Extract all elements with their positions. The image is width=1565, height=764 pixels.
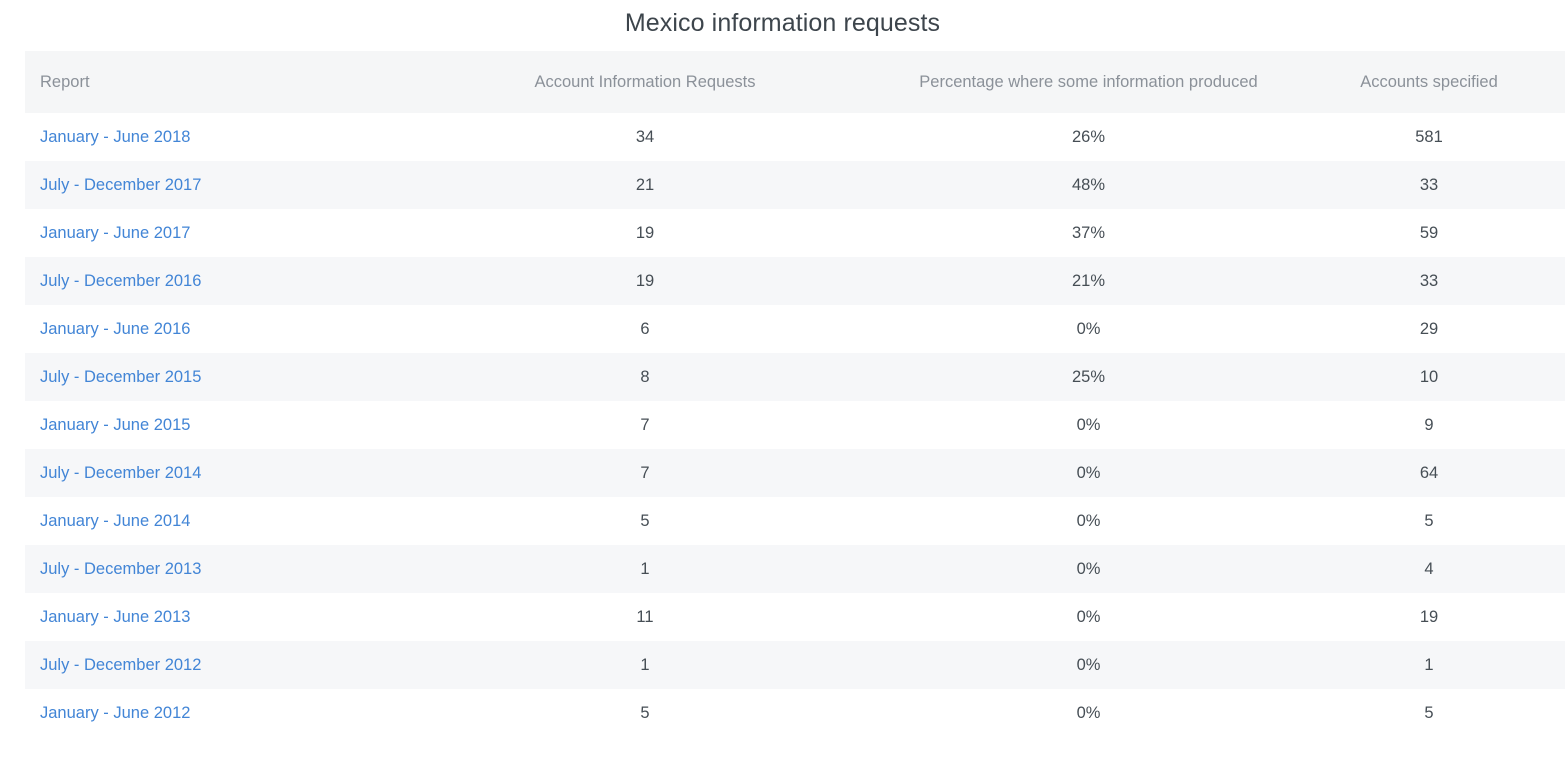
table-row: July - December 2014 7 0% 64	[25, 449, 1565, 497]
cell-account-information-requests: 1	[640, 655, 650, 674]
cell-account-information-requests: 1	[640, 559, 650, 578]
column-header-percentage-some-information-produced: Percentage where some information produc…	[890, 51, 1287, 113]
cell-report: January - June 2018	[25, 113, 400, 161]
cell-report: July - December 2012	[25, 641, 400, 689]
table-row: January - June 2018 34 26% 581	[25, 113, 1565, 161]
report-table-container: Report Account Information Requests Perc…	[25, 51, 1565, 737]
table-body: January - June 2018 34 26% 581 July - Decemb…	[25, 113, 1565, 737]
cell-percentage-some-information-produced: 0%	[1076, 607, 1101, 626]
cell-report: July - December 2017	[25, 161, 400, 209]
cell-report: January - June 2012	[25, 689, 400, 737]
cell-report: July - December 2013	[25, 545, 400, 593]
report-link[interactable]: January - June 2016	[40, 320, 190, 338]
cell-account-information-requests: 19	[635, 223, 655, 242]
cell-report: July - December 2015	[25, 353, 400, 401]
page-root: Mexico information requests Report Accou…	[0, 0, 1565, 764]
table-header: Report Account Information Requests Perc…	[25, 51, 1565, 113]
table-row: January - June 2015 7 0% 9	[25, 401, 1565, 449]
report-link[interactable]: July - December 2016	[40, 272, 201, 290]
cell-percentage-some-information-produced: 0%	[1076, 559, 1101, 578]
cell-accounts-specified: 5	[1424, 511, 1434, 530]
cell-account-information-requests: 5	[640, 511, 650, 530]
cell-account-information-requests: 21	[635, 175, 655, 194]
cell-account-information-requests: 5	[640, 703, 650, 722]
cell-report: July - December 2014	[25, 449, 400, 497]
report-link[interactable]: January - June 2013	[40, 608, 190, 626]
cell-accounts-specified: 5	[1424, 703, 1434, 722]
report-link[interactable]: July - December 2017	[40, 176, 201, 194]
report-link[interactable]: July - December 2015	[40, 368, 201, 386]
report-link[interactable]: July - December 2013	[40, 560, 201, 578]
table-row: January - June 2012 5 0% 5	[25, 689, 1565, 737]
cell-percentage-some-information-produced: 0%	[1076, 319, 1101, 338]
report-link[interactable]: January - June 2017	[40, 224, 190, 242]
cell-report: January - June 2017	[25, 209, 400, 257]
cell-percentage-some-information-produced: 21%	[1071, 271, 1106, 290]
column-header-report: Report	[25, 51, 400, 113]
report-link[interactable]: January - June 2018	[40, 128, 190, 146]
table-row: July - December 2012 1 0% 1	[25, 641, 1565, 689]
cell-accounts-specified: 10	[1419, 367, 1439, 386]
cell-percentage-some-information-produced: 0%	[1076, 655, 1101, 674]
cell-account-information-requests: 34	[635, 127, 655, 146]
information-requests-table: Report Account Information Requests Perc…	[25, 51, 1565, 737]
cell-percentage-some-information-produced: 0%	[1076, 703, 1101, 722]
table-row: January - June 2013 11 0% 19	[25, 593, 1565, 641]
cell-accounts-specified: 581	[1415, 127, 1443, 146]
cell-percentage-some-information-produced: 25%	[1071, 367, 1106, 386]
cell-report: January - June 2016	[25, 305, 400, 353]
cell-account-information-requests: 8	[640, 367, 650, 386]
cell-accounts-specified: 33	[1419, 271, 1439, 290]
cell-accounts-specified: 9	[1424, 415, 1434, 434]
cell-account-information-requests: 19	[635, 271, 655, 290]
cell-percentage-some-information-produced: 0%	[1076, 463, 1101, 482]
cell-accounts-specified: 29	[1419, 319, 1439, 338]
table-row: July - December 2017 21 48% 33	[25, 161, 1565, 209]
cell-accounts-specified: 59	[1419, 223, 1439, 242]
report-link[interactable]: January - June 2014	[40, 512, 190, 530]
cell-report: January - June 2015	[25, 401, 400, 449]
page-title: Mexico information requests	[624, 9, 941, 37]
cell-percentage-some-information-produced: 37%	[1071, 223, 1106, 242]
cell-report: January - June 2014	[25, 497, 400, 545]
table-row: July - December 2013 1 0% 4	[25, 545, 1565, 593]
cell-report: January - June 2013	[25, 593, 400, 641]
cell-accounts-specified: 33	[1419, 175, 1439, 194]
table-row: January - June 2017 19 37% 59	[25, 209, 1565, 257]
table-row: July - December 2015 8 25% 10	[25, 353, 1565, 401]
column-header-accounts-specified: Accounts specified	[1287, 51, 1565, 113]
report-link[interactable]: July - December 2014	[40, 464, 201, 482]
table-header-row: Report Account Information Requests Perc…	[25, 51, 1565, 113]
report-link[interactable]: July - December 2012	[40, 656, 201, 674]
table-row: January - June 2016 6 0% 29	[25, 305, 1565, 353]
cell-percentage-some-information-produced: 0%	[1076, 511, 1101, 530]
cell-accounts-specified: 1	[1424, 655, 1434, 674]
table-row: July - December 2016 19 21% 33	[25, 257, 1565, 305]
cell-account-information-requests: 6	[640, 319, 650, 338]
cell-account-information-requests: 7	[640, 463, 650, 482]
cell-accounts-specified: 19	[1419, 607, 1439, 626]
cell-accounts-specified: 4	[1424, 559, 1434, 578]
cell-report: July - December 2016	[25, 257, 400, 305]
cell-percentage-some-information-produced: 0%	[1076, 415, 1101, 434]
table-row: January - June 2014 5 0% 5	[25, 497, 1565, 545]
column-header-account-information-requests: Account Information Requests	[400, 51, 890, 113]
cell-accounts-specified: 64	[1419, 463, 1439, 482]
report-link[interactable]: January - June 2012	[40, 704, 190, 722]
report-link[interactable]: January - June 2015	[40, 416, 190, 434]
cell-account-information-requests: 7	[640, 415, 650, 434]
cell-percentage-some-information-produced: 48%	[1071, 175, 1106, 194]
cell-account-information-requests: 11	[636, 607, 654, 626]
cell-percentage-some-information-produced: 26%	[1071, 127, 1106, 146]
